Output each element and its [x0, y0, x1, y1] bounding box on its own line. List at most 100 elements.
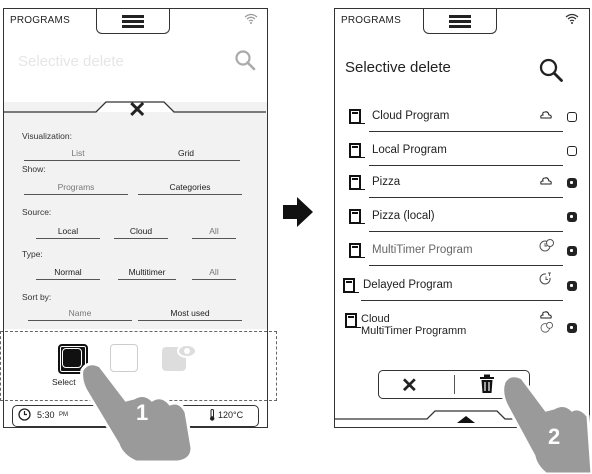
status-temperature: 120°C: [218, 410, 244, 420]
right-screen: PROGRAMS Selective delete Cloud Program …: [334, 8, 590, 428]
option-all-label: All: [209, 226, 219, 236]
list-item[interactable]: Cloud MultiTimer Programm: [345, 311, 577, 345]
close-icon[interactable]: ✕: [128, 99, 146, 121]
cancel-button[interactable]: ✕: [401, 373, 418, 398]
option-underline: [118, 279, 176, 280]
program-icon: [349, 175, 365, 190]
option-name-label: Name: [68, 308, 92, 318]
program-name: Cloud MultiTimer Programm: [361, 313, 466, 337]
program-icon: [349, 109, 365, 124]
list-item[interactable]: Pizza: [347, 171, 577, 199]
cloud-icon: [539, 176, 553, 189]
option-underline: [28, 320, 132, 321]
header-title: Selective delete: [345, 59, 451, 76]
option-underline: [24, 160, 132, 161]
wifi-icon: [565, 13, 579, 27]
checkbox-checked[interactable]: [567, 281, 577, 291]
option-all-source[interactable]: All: [192, 226, 236, 239]
checkbox[interactable]: [567, 146, 577, 156]
checkbox-checked[interactable]: [567, 246, 577, 256]
option-underline: [138, 194, 242, 195]
checkbox-checked[interactable]: [567, 212, 577, 222]
option-normal-label: Normal: [54, 267, 82, 277]
list-item[interactable]: Delayed Program: [343, 272, 577, 302]
option-programs-label: Programs: [57, 182, 95, 192]
option-cloud[interactable]: Cloud: [114, 226, 168, 239]
row-divider: [369, 265, 563, 266]
hamburger-icon-bar: [122, 25, 144, 28]
filter-label-sort: Sort by:: [22, 292, 52, 302]
wifi-icon: [244, 13, 258, 27]
option-most-used[interactable]: Most used: [138, 308, 242, 321]
program-name: Cloud Program: [372, 110, 450, 122]
multitimer-icon: [540, 321, 554, 336]
program-name: Pizza: [372, 176, 401, 188]
row-divider: [361, 300, 563, 301]
option-categories-label: Categories: [169, 182, 211, 192]
header-title: Selective delete: [18, 53, 124, 70]
checkbox-checked[interactable]: [567, 178, 577, 188]
option-multitimer-label: Multitimer: [128, 267, 166, 277]
option-local-label: Local: [57, 226, 79, 236]
program-name-line1: Cloud: [361, 313, 390, 325]
step-number-1: 1: [136, 400, 149, 425]
program-name: Local Program: [372, 144, 447, 156]
option-list-label: List: [71, 148, 85, 158]
pointing-hand-2: [501, 374, 592, 474]
checkbox[interactable]: [567, 112, 577, 122]
option-cloud-label: Cloud: [129, 226, 153, 236]
program-name: Pizza (local): [372, 210, 435, 222]
delete-button[interactable]: [479, 374, 495, 399]
thermometer-icon: [208, 409, 216, 423]
option-multitimer[interactable]: Multitimer: [118, 267, 176, 280]
menu-tab[interactable]: [96, 9, 170, 34]
program-icon: [343, 278, 359, 293]
option-local[interactable]: Local: [36, 226, 100, 239]
search-icon[interactable]: [538, 57, 564, 88]
list-item[interactable]: Pizza (local): [347, 205, 577, 233]
filter-label-show: Show:: [22, 164, 46, 174]
search-icon[interactable]: [234, 49, 256, 76]
top-bar-title: PROGRAMS: [10, 15, 70, 26]
row-divider: [369, 197, 563, 198]
hamburger-icon-bar: [449, 25, 471, 28]
option-underline: [192, 279, 236, 280]
program-icon: [349, 209, 365, 224]
option-most-used-label: Most used: [170, 308, 210, 318]
option-all-type[interactable]: All: [192, 267, 236, 280]
option-categories[interactable]: Categories: [138, 182, 242, 195]
delay-icon: [539, 272, 553, 289]
row-divider: [369, 231, 563, 232]
list-item[interactable]: MultiTimer Program: [347, 239, 577, 267]
option-all-label: All: [209, 267, 219, 277]
menu-tab[interactable]: [423, 9, 497, 34]
filter-label-type: Type:: [22, 249, 43, 259]
option-name[interactable]: Name: [28, 308, 132, 321]
cloud-icon: [539, 110, 553, 123]
option-underline: [36, 238, 100, 239]
row-divider: [369, 165, 563, 166]
option-underline: [132, 160, 240, 161]
option-underline: [192, 238, 236, 239]
program-name: MultiTimer Program: [372, 244, 473, 256]
list-item[interactable]: Local Program: [347, 139, 577, 167]
option-list[interactable]: List: [24, 148, 132, 161]
hamburger-icon-bar: [122, 20, 144, 23]
top-bar-title: PROGRAMS: [341, 15, 401, 26]
option-normal[interactable]: Normal: [36, 267, 100, 280]
trash-icon: [480, 374, 494, 393]
arrow-right-icon: [283, 197, 313, 227]
option-grid[interactable]: Grid: [132, 148, 240, 161]
checkbox-checked[interactable]: [567, 323, 577, 333]
option-underline: [24, 194, 128, 195]
list-item[interactable]: Cloud Program: [347, 105, 577, 133]
top-bar: PROGRAMS: [335, 9, 589, 37]
row-divider: [369, 131, 563, 132]
step-number-2: 2: [548, 424, 561, 449]
filter-label-source: Source:: [22, 207, 52, 217]
hamburger-icon-bar: [449, 20, 471, 23]
chevron-up-icon: [457, 416, 475, 423]
program-icon: [349, 143, 365, 158]
option-programs[interactable]: Programs: [24, 182, 128, 195]
program-name-line2: MultiTimer Programm: [361, 325, 467, 337]
